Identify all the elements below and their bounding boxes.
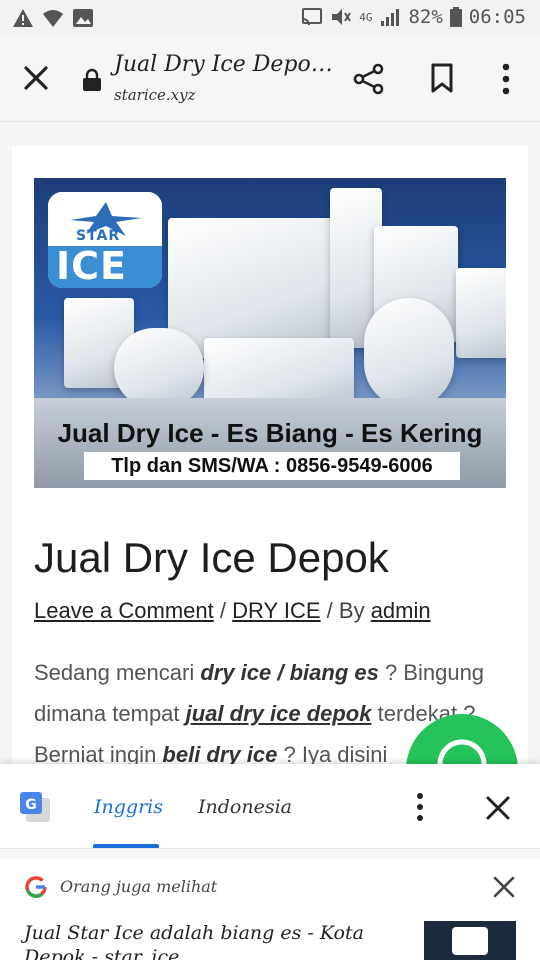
meta-separator: / xyxy=(213,598,233,623)
thumbnail-logo xyxy=(452,927,488,955)
google-translate-icon: G xyxy=(20,792,50,822)
logo-word: ICE xyxy=(56,244,127,288)
related-result-thumbnail[interactable] xyxy=(424,921,516,960)
svg-text:G: G xyxy=(25,797,37,813)
hero-phone: Tlp dan SMS/WA : 0856-9549-6006 xyxy=(84,452,460,480)
wifi-icon xyxy=(43,10,63,27)
browser-toolbar: Jual Dry Ice Depo… starice.xyz xyxy=(0,36,540,122)
ice-scoop xyxy=(364,298,454,408)
hero-caption: Jual Dry Ice - Es Biang - Es Kering xyxy=(57,418,483,448)
google-g-icon xyxy=(25,876,47,898)
bookmark-icon[interactable] xyxy=(428,62,456,94)
body-text: Sedang mencari xyxy=(34,660,201,685)
mute-icon xyxy=(332,9,352,25)
logo-brand: STAR xyxy=(76,228,121,244)
network-type: 4G xyxy=(359,10,373,24)
hero-image[interactable]: STAR ICE Jual Dry Ice - Es Biang - Es Ke… xyxy=(34,178,506,488)
author-link[interactable]: admin xyxy=(371,598,431,623)
page-title[interactable]: Jual Dry Ice Depo… xyxy=(114,52,333,77)
image-notification-icon xyxy=(73,9,93,27)
close-icon[interactable] xyxy=(492,875,516,899)
body-emphasis: dry ice / biang es xyxy=(200,660,379,685)
ice-block xyxy=(456,268,506,358)
tab-target-language[interactable]: Indonesia xyxy=(198,796,292,818)
leave-comment-link[interactable]: Leave a Comment xyxy=(34,598,214,623)
status-bar: 4G 82% 06:05 xyxy=(0,0,540,36)
status-left xyxy=(12,8,94,28)
post-title: Jual Dry Ice Depok xyxy=(34,534,389,581)
related-result-title[interactable]: Jual Star Ice adalah biang es - Kota Dep… xyxy=(24,921,404,960)
people-also-view-card: Orang juga melihat Jual Star Ice adalah … xyxy=(0,859,540,960)
cast-icon xyxy=(302,8,323,26)
clock: 06:05 xyxy=(468,6,526,28)
more-vert-icon[interactable] xyxy=(496,62,516,96)
battery-icon xyxy=(449,7,462,27)
tab-source-language[interactable]: Inggris xyxy=(94,796,163,818)
people-also-view-heading: Orang juga melihat xyxy=(60,877,218,896)
screen: 4G 82% 06:05 Jual Dry Ice Depo… starice.… xyxy=(0,0,540,960)
battery-percent: 82% xyxy=(408,6,443,28)
status-right: 4G 82% 06:05 xyxy=(301,6,526,28)
star-ice-logo: STAR ICE xyxy=(48,192,162,288)
people-also-view-panel: Orang juga melihat Jual Star Ice adalah … xyxy=(0,848,540,960)
share-icon[interactable] xyxy=(352,62,386,96)
meta-by: / By xyxy=(320,598,371,623)
signal-icon xyxy=(381,9,400,26)
category-link[interactable]: DRY ICE xyxy=(232,598,320,623)
translate-bar: G Inggris Indonesia xyxy=(0,764,540,848)
page-url[interactable]: starice.xyz xyxy=(114,86,196,104)
lock-icon xyxy=(83,68,101,91)
ice-block xyxy=(168,218,338,358)
more-vert-icon[interactable] xyxy=(410,792,430,822)
close-icon[interactable] xyxy=(20,62,52,94)
close-icon[interactable] xyxy=(484,794,512,822)
warning-icon xyxy=(13,9,33,27)
ice-pellets xyxy=(114,328,204,408)
post-meta: Leave a Comment / DRY ICE / By admin xyxy=(34,598,431,624)
jual-dry-ice-depok-link[interactable]: jual dry ice depok xyxy=(186,701,372,726)
